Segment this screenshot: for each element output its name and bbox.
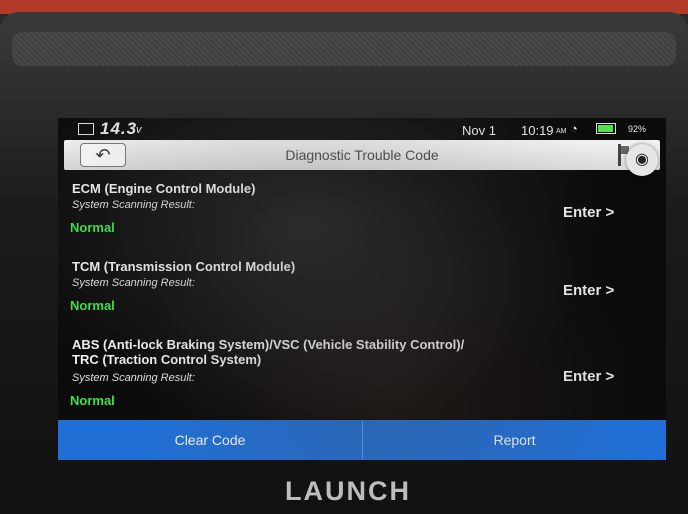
system-name-line2: TRC (Traction Control System) xyxy=(72,352,262,367)
brand-logo: LAUNCH xyxy=(285,476,411,506)
enter-button-tcm[interactable]: Enter > xyxy=(563,282,614,299)
status-time: 10:19 xyxy=(521,123,554,138)
battery-fill xyxy=(598,125,613,132)
back-arrow-icon: ↶ xyxy=(95,145,111,165)
enter-button-abs[interactable]: Enter > xyxy=(563,368,614,385)
back-button[interactable]: ↶ xyxy=(80,143,126,167)
status-ampm: AM xyxy=(556,128,567,135)
battery-icon xyxy=(596,123,616,134)
battery-percent: 92% xyxy=(628,124,647,134)
system-scan-result: Normal xyxy=(70,220,115,235)
camera-button[interactable]: ◉ xyxy=(626,144,658,176)
wifi-icon: ◔ xyxy=(570,121,578,136)
system-scan-label: System Scanning Result: xyxy=(72,277,195,289)
system-scan-result: Normal xyxy=(70,298,115,313)
status-bar: 14.3 v Nov 1 10:19 AM ◔ 92% xyxy=(58,118,666,140)
report-button[interactable]: Report xyxy=(362,420,666,460)
page-title: Diagnostic Trouble Code xyxy=(285,147,439,163)
status-date: Nov 1 xyxy=(462,123,496,138)
system-name: TCM (Transmission Control Module) xyxy=(72,259,296,274)
action-bar: Clear Code Report xyxy=(58,420,666,460)
system-scan-label: System Scanning Result: xyxy=(72,199,195,211)
camera-icon: ◉ xyxy=(635,151,649,168)
voltage-unit: v xyxy=(136,124,142,136)
system-scan-label: System Scanning Result: xyxy=(72,372,195,384)
system-scan-result: Normal xyxy=(70,393,115,408)
clear-code-button[interactable]: Clear Code xyxy=(58,420,362,460)
enter-button-ecm[interactable]: Enter > xyxy=(563,204,614,221)
system-name: ECM (Engine Control Module) xyxy=(72,181,256,196)
screen: 14.3 v Nov 1 10:19 AM ◔ 92% Diagnostic T… xyxy=(58,118,666,460)
bezel-texture xyxy=(12,32,676,66)
voltage-value: 14.3 xyxy=(100,119,138,138)
system-name-line1: ABS (Anti-lock Braking System)/VSC (Vehi… xyxy=(72,337,465,352)
vehicle-battery-icon xyxy=(78,123,94,135)
title-bar: Diagnostic Trouble Code ↶ xyxy=(64,140,660,170)
